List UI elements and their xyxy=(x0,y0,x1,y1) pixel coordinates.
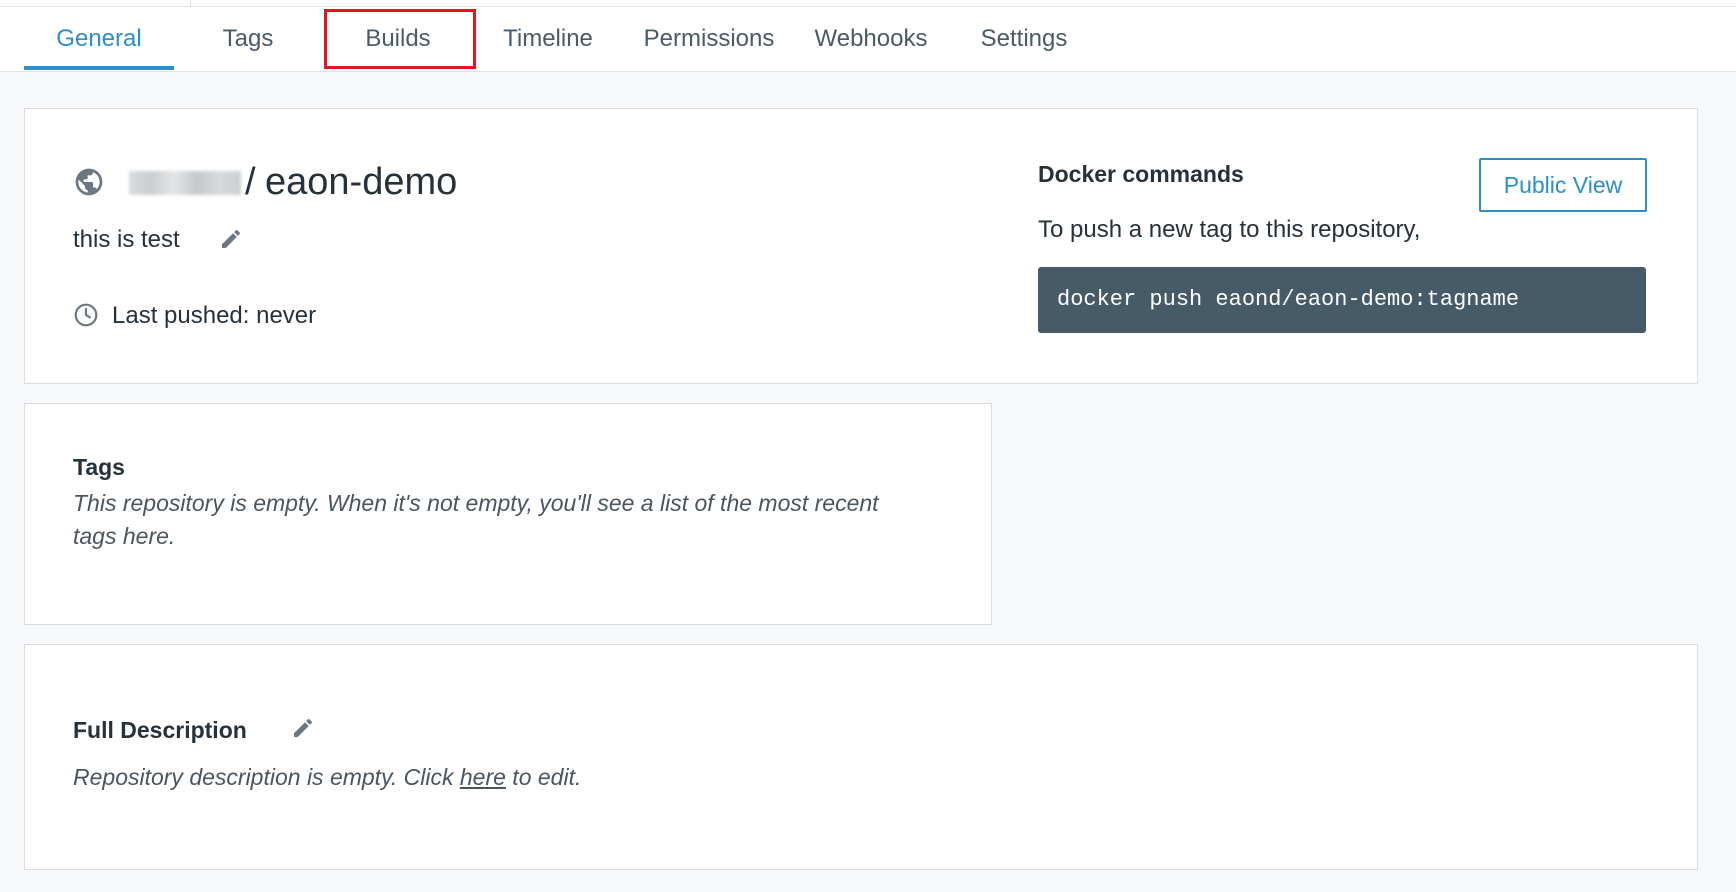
docker-commands-title: Docker commands xyxy=(1038,161,1244,187)
pencil-icon[interactable] xyxy=(291,716,315,740)
docker-push-instruction: To push a new tag to this repository, xyxy=(1038,216,1421,243)
repo-summary-card: / eaon-demo this is test Last pushed: ne… xyxy=(24,108,1698,384)
empty-text-before: Repository description is empty. Click xyxy=(73,764,460,790)
tab-permissions[interactable]: Permissions xyxy=(636,8,782,70)
repo-tab-bar: General Tags Builds Timeline Permissions… xyxy=(0,0,1736,72)
tab-builds[interactable]: Builds xyxy=(340,8,456,70)
clock-icon xyxy=(74,303,98,327)
public-view-button[interactable]: Public View xyxy=(1479,158,1647,212)
tab-webhooks[interactable]: Webhooks xyxy=(808,8,934,70)
tab-general[interactable]: General xyxy=(24,8,174,70)
edit-description-link[interactable]: here xyxy=(460,764,506,790)
top-border xyxy=(0,0,1736,7)
repo-short-description: this is test xyxy=(73,226,180,253)
repo-name: eaon-demo xyxy=(265,161,458,203)
full-description-title: Full Description xyxy=(73,717,247,743)
tab-tags[interactable]: Tags xyxy=(200,8,296,70)
repo-owner-redacted[interactable] xyxy=(129,171,241,195)
empty-text-after: to edit. xyxy=(505,764,582,790)
tags-empty-message: This repository is empty. When it's not … xyxy=(73,490,879,549)
repo-path-separator: / xyxy=(245,161,256,203)
last-pushed-text: Last pushed: never xyxy=(112,302,317,329)
full-description-empty-message: Repository description is empty. Click h… xyxy=(73,764,581,791)
full-description-card: Full Description Repository description … xyxy=(24,644,1698,870)
tags-title: Tags xyxy=(73,454,125,480)
top-border-divider xyxy=(190,0,191,7)
pencil-icon[interactable] xyxy=(219,227,243,251)
tab-timeline[interactable]: Timeline xyxy=(496,8,600,70)
tags-card: Tags This repository is empty. When it's… xyxy=(24,403,992,625)
tab-settings[interactable]: Settings xyxy=(974,8,1074,70)
globe-icon xyxy=(75,168,103,196)
docker-push-command[interactable]: docker push eaond/eaon-demo:tagname xyxy=(1038,267,1646,333)
